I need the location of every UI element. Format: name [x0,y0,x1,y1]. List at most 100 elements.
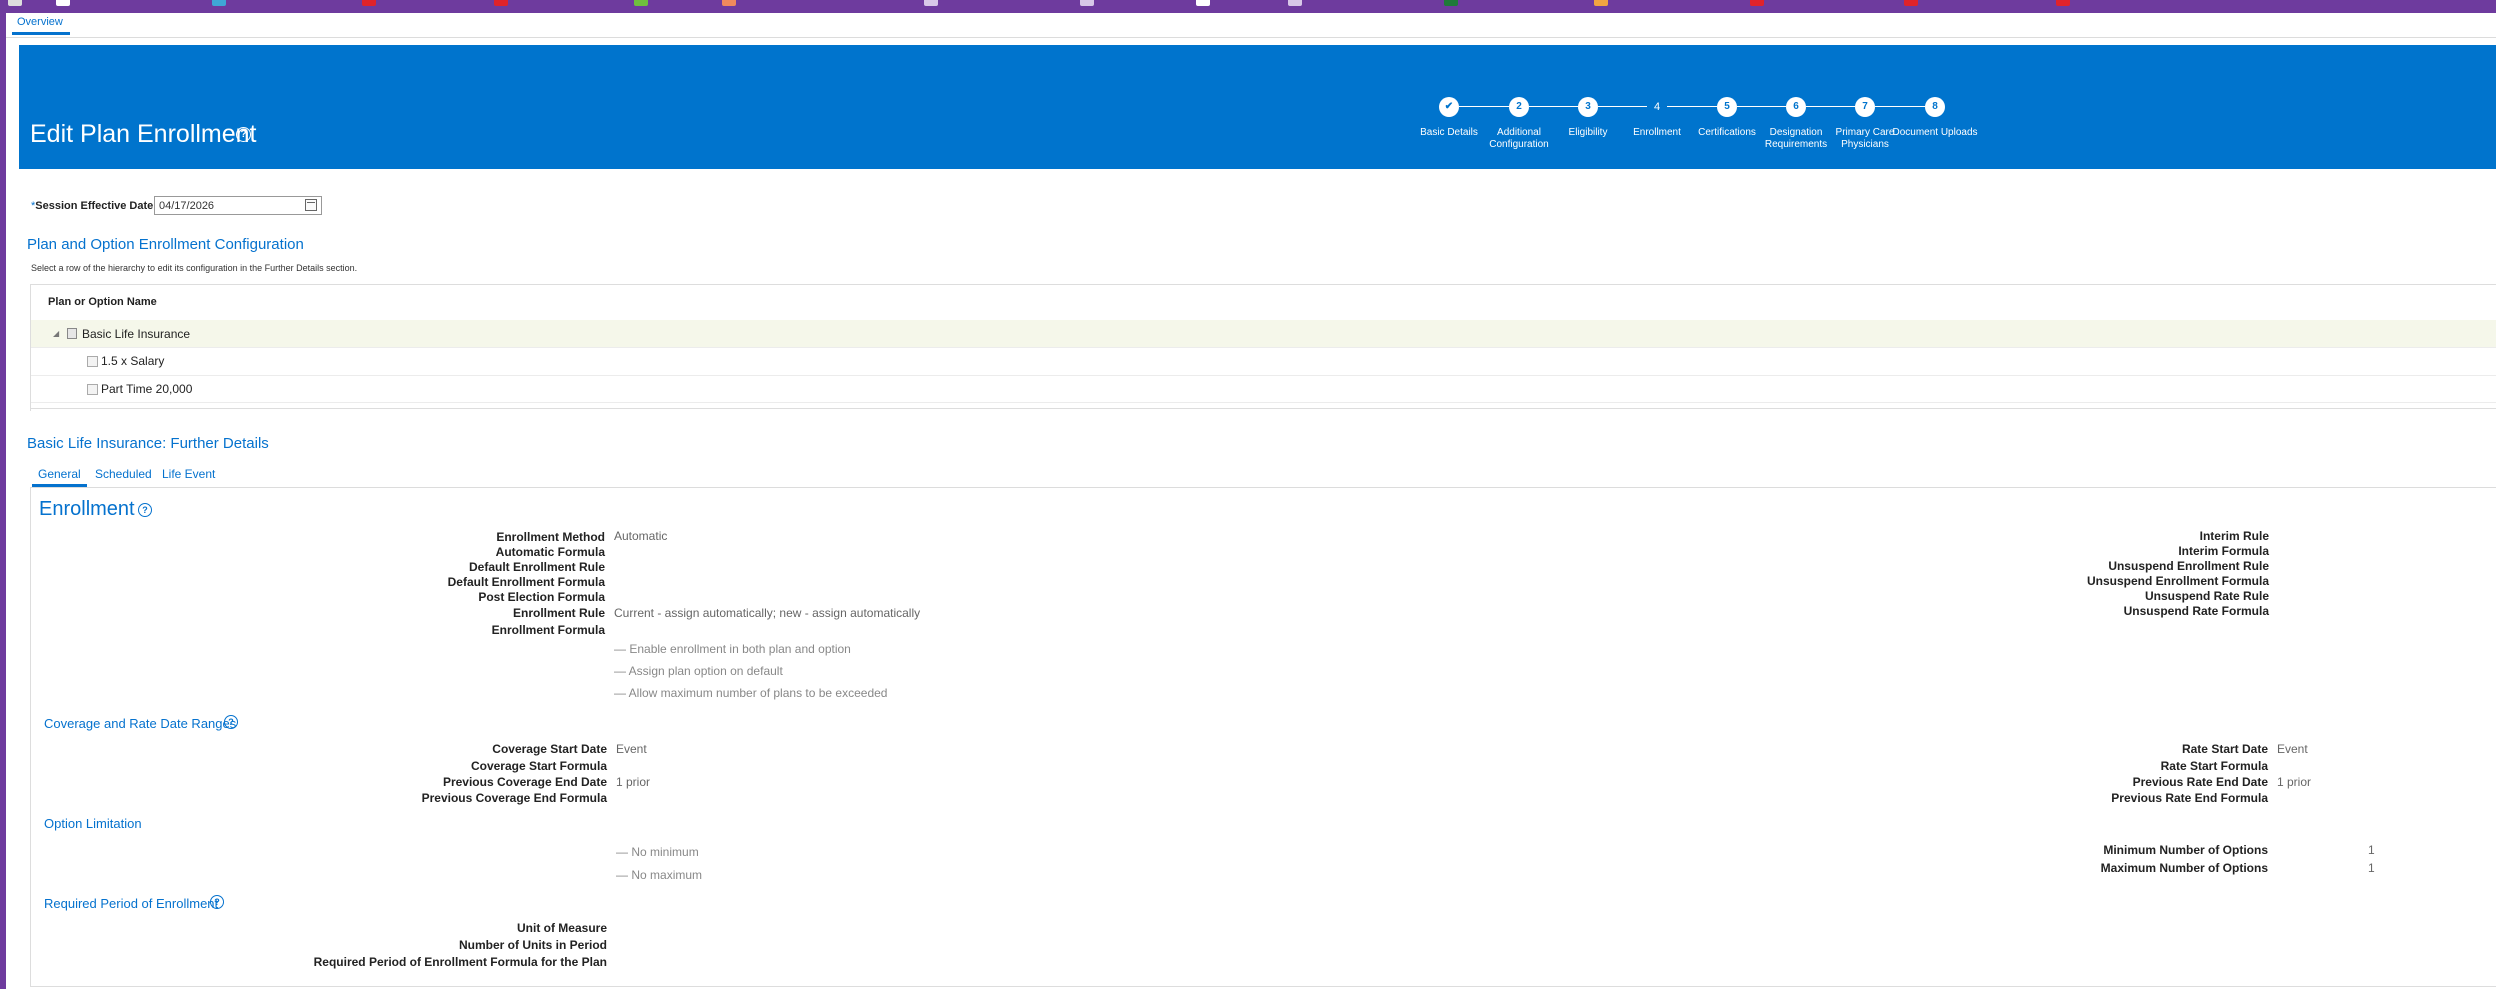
bookmark-icon[interactable] [1196,0,1210,6]
train-connector [1875,106,1925,107]
bookmark-icon[interactable] [924,0,938,6]
tab-general[interactable]: General [38,467,81,481]
checkbox-dash-icon: — [614,686,626,700]
help-icon[interactable]: ? [236,127,251,142]
rate-start-date-label: Rate Start Date [2181,742,2268,756]
enrollment-method-value: Automatic [614,529,668,543]
train-step-eligibility[interactable]: 3 [1578,97,1598,117]
enrollment-formula-label: Enrollment Formula [491,623,605,637]
enrollment-rule-label: Enrollment Rule [512,606,605,620]
train-connector [1598,106,1647,107]
bookmark-icon[interactable] [634,0,648,6]
train-connector [1667,106,1717,107]
bookmark-icon[interactable] [1750,0,1764,6]
checkbox-assign-default: — Assign plan option on default [614,664,783,678]
bookmark-icon[interactable] [1904,0,1918,6]
enrollment-heading: Enrollment [39,498,135,520]
train-step-primary-care-physicians[interactable]: 7 [1855,97,1875,117]
row-divider [31,375,2496,376]
tab-scheduled[interactable]: Scheduled [95,467,152,481]
bookmark-icon[interactable] [2056,0,2070,6]
post-election-formula-label: Post Election Formula [478,590,605,604]
previous-coverage-end-date-label: Previous Coverage End Date [442,775,607,789]
checkmark-icon: ✔ [1444,101,1454,112]
default-enrollment-formula-label: Default Enrollment Formula [447,575,605,589]
window-frame [0,13,6,989]
bookmark-icon[interactable] [1080,0,1094,6]
train-connector [1529,106,1578,107]
minimum-options-value: 1 [2368,843,2375,857]
tab-divider [6,37,2496,38]
checkbox-enable-both: — Enable enrollment in both plan and opt… [614,642,851,656]
page-title: Edit Plan Enrollment [30,120,257,148]
bookmark-icon[interactable] [56,0,70,6]
unsuspend-rate-formula-label: Unsuspend Rate Formula [2123,604,2269,618]
rate-start-date-value: Event [2277,742,2308,756]
train-connector [1737,106,1786,107]
expand-collapse-icon[interactable]: ◢ [53,329,59,338]
enrollment-rule-value: Current - assign automatically; new - as… [614,606,921,620]
bookmark-icon[interactable] [362,0,376,6]
bookmark-icon[interactable] [1594,0,1608,6]
option-icon [87,384,98,395]
tree-node-plan[interactable]: Basic Life Insurance [82,327,190,341]
interim-formula-label: Interim Formula [2178,544,2269,558]
bookmark-icon[interactable] [8,0,22,6]
required-period-title: Required Period of Enrollment [44,896,219,911]
previous-coverage-end-formula-label: Previous Coverage End Formula [421,791,607,805]
bookmark-icon[interactable] [494,0,508,6]
table-row-selected[interactable] [31,320,2496,347]
train-step-label[interactable]: Document Uploads [1892,127,1978,139]
tree-node-option[interactable]: 1.5 x Salary [101,354,164,368]
further-details-title: Basic Life Insurance: Further Details [27,435,269,452]
checkbox-no-maximum: — No maximum [616,868,703,882]
help-icon[interactable]: ? [138,503,152,517]
column-header-plan-option[interactable]: Plan or Option Name [48,296,157,308]
tab-life-event[interactable]: Life Event [162,467,215,481]
help-icon[interactable]: ? [210,895,224,909]
page-header-banner: ✔ 2 3 4 5 6 7 8 Basic Details Additional… [19,45,2496,169]
train-step-certifications[interactable]: 5 [1717,97,1737,117]
session-effective-date-input[interactable] [154,196,322,215]
tab-overview[interactable]: Overview [17,16,63,28]
unsuspend-enrollment-formula-label: Unsuspend Enrollment Formula [2086,574,2269,588]
row-divider [31,347,2496,348]
calendar-icon[interactable] [305,199,317,211]
plan-icon [67,328,77,339]
checkbox-dash-icon: — [614,664,626,678]
checkbox-dash-icon: — [616,845,628,859]
bookmark-icon[interactable] [1444,0,1458,6]
tab-overview-underline [12,32,70,35]
coverage-start-date-label: Coverage Start Date [492,742,607,756]
checkbox-dash-icon: — [614,642,626,656]
coverage-start-formula-label: Coverage Start Formula [470,759,607,773]
coverage-section-title: Coverage and Rate Date Ranges [44,716,237,731]
train-step-designation-requirements[interactable]: 6 [1786,97,1806,117]
session-date-label: *Session Effective Date [31,200,154,212]
browser-bookmarks-bar [0,0,2496,13]
coverage-start-date-value: Event [616,742,647,756]
maximum-options-label: Maximum Number of Options [2100,861,2268,875]
bookmark-icon[interactable] [1288,0,1302,6]
train-step-basic-details[interactable]: ✔ [1439,97,1459,117]
unsuspend-enrollment-rule-label: Unsuspend Enrollment Rule [2108,559,2269,573]
checkbox-allow-max: — Allow maximum number of plans to be ex… [614,686,888,700]
interim-rule-label: Interim Rule [2199,529,2269,543]
train-step-additional-configuration[interactable]: 2 [1509,97,1529,117]
unsuspend-rate-rule-label: Unsuspend Rate Rule [2144,589,2269,603]
bookmark-icon[interactable] [212,0,226,6]
enrollment-method-label: Enrollment Method [496,530,605,544]
train-step-enrollment: 4 [1653,101,1661,113]
train-step-document-uploads[interactable]: 8 [1925,97,1945,117]
previous-rate-end-date-value: 1 prior [2277,775,2312,789]
help-icon[interactable]: ? [224,715,238,729]
tree-node-option[interactable]: Part Time 20,000 [101,382,192,396]
table-bottom-border [31,408,2496,409]
minimum-options-label: Minimum Number of Options [2103,843,2268,857]
option-limitation-title: Option Limitation [44,816,142,831]
bookmark-icon[interactable] [722,0,736,6]
config-instruction: Select a row of the hierarchy to edit it… [31,263,358,273]
automatic-formula-label: Automatic Formula [495,545,605,559]
checkbox-dash-icon: — [616,868,628,882]
previous-rate-end-formula-label: Previous Rate End Formula [2111,791,2268,805]
